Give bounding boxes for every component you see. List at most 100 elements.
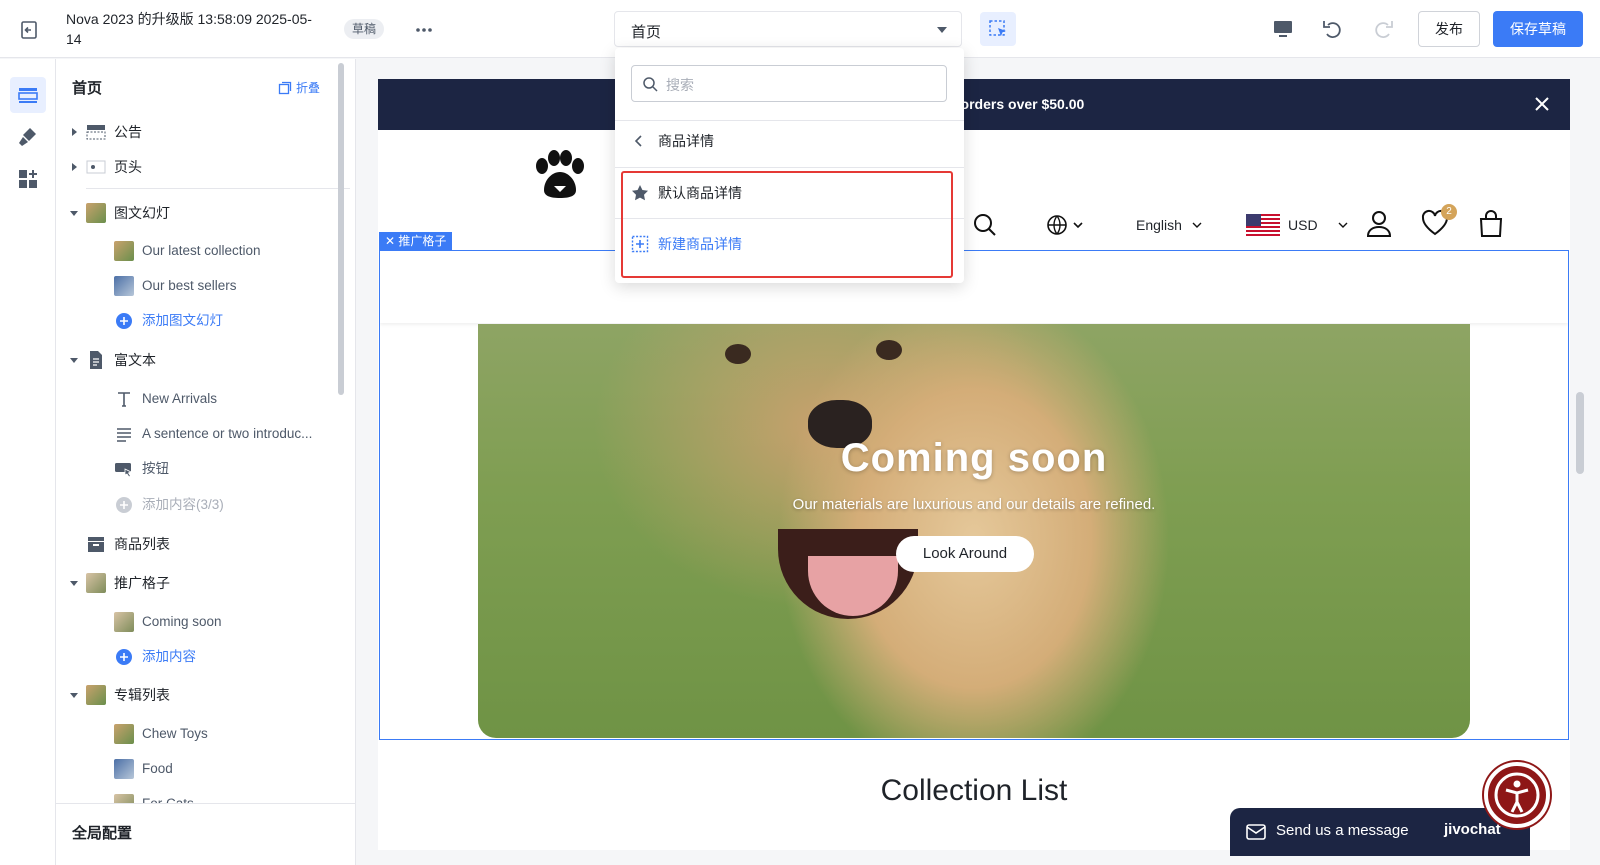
caret-down-icon: [937, 27, 947, 33]
block-label: Chew Toys: [142, 726, 208, 741]
wishlist-count-badge: 2: [1441, 204, 1457, 220]
search-icon: [643, 77, 658, 92]
selected-section-tag[interactable]: ✕ 推广格子: [379, 232, 453, 251]
search-placeholder: 搜索: [666, 77, 694, 93]
close-icon[interactable]: ✕: [385, 234, 398, 248]
accessibility-icon[interactable]: [1484, 762, 1550, 828]
page-select[interactable]: 首页: [614, 11, 962, 47]
selected-section-label: 推广格子: [398, 234, 447, 248]
chevron-down-icon[interactable]: [70, 358, 78, 363]
block-item[interactable]: A sentence or two introduc...: [56, 419, 355, 449]
add-label: 添加图文幻灯: [142, 313, 223, 328]
back-label: 商品详情: [658, 133, 714, 149]
exit-icon[interactable]: [18, 18, 42, 42]
paragraph-icon: [114, 424, 134, 444]
block-item[interactable]: Our latest collection: [56, 236, 355, 266]
block-label: Food: [142, 761, 173, 776]
header-icon: [86, 157, 106, 177]
collapse-label: 折叠: [296, 81, 321, 95]
account-icon[interactable]: [1366, 210, 1392, 238]
section-label: 专辑列表: [114, 687, 170, 703]
announcement-bar[interactable]: for orders over $50.00: [378, 79, 1570, 130]
promo-grid-thumbnail: [86, 573, 106, 593]
collection-list-title: Collection List: [880, 774, 1068, 807]
slideshow-thumbnail: [86, 203, 106, 223]
collection-thumbnail: [114, 759, 134, 779]
page-dropdown: 搜索 商品详情 默认商品详情 新建商品详情: [615, 48, 964, 283]
publish-button[interactable]: 发布: [1418, 11, 1480, 47]
collapse-button[interactable]: 折叠: [278, 79, 320, 96]
currency-select[interactable]: USD: [1246, 214, 1348, 236]
block-item[interactable]: Our best sellers: [56, 271, 355, 301]
language-select[interactable]: English: [1136, 217, 1202, 233]
chevron-down-icon[interactable]: [70, 581, 78, 586]
wishlist-icon[interactable]: 2: [1421, 204, 1457, 238]
section-label: 页头: [114, 159, 142, 175]
close-icon[interactable]: [1532, 94, 1552, 114]
plus-circle-icon: [114, 495, 134, 515]
section-header[interactable]: 页头: [56, 152, 355, 182]
section-rich-text[interactable]: 富文本: [56, 345, 355, 375]
section-sidebar: 首页 折叠 公告 页头 图文幻灯 Our latest collection O…: [56, 59, 356, 865]
chevron-right-icon[interactable]: [72, 163, 77, 171]
undo-icon[interactable]: [1320, 16, 1346, 42]
promo-thumbnail: [114, 612, 134, 632]
text-icon: [114, 389, 134, 409]
document-icon: [86, 350, 106, 370]
section-label: 公告: [114, 124, 142, 140]
section-label: 图文幻灯: [114, 205, 170, 221]
add-content-button-disabled: 添加内容(3/3): [56, 490, 355, 520]
sidebar-scrollbar[interactable]: [338, 63, 344, 395]
add-label: 添加内容: [142, 649, 196, 664]
theme-style-icon[interactable]: [10, 119, 46, 155]
currency-label: USD: [1288, 217, 1318, 233]
section-announcement[interactable]: 公告: [56, 117, 355, 147]
add-label: 添加内容(3/3): [142, 497, 224, 512]
section-product-list[interactable]: 商品列表: [56, 529, 355, 559]
store-preview: for orders over $50.00 English USD 2 Com…: [378, 79, 1570, 850]
block-item[interactable]: 按钮: [56, 454, 355, 484]
block-item[interactable]: Food: [56, 754, 355, 784]
collection-list-thumbnail: [86, 685, 106, 705]
global-config[interactable]: 全局配置: [56, 803, 355, 865]
add-slide-button[interactable]: 添加图文幻灯: [56, 306, 355, 336]
us-flag-icon: [1246, 214, 1280, 236]
highlight-box: [621, 171, 953, 278]
sidebar-title: 首页: [72, 80, 103, 97]
paw-logo[interactable]: [528, 148, 588, 204]
more-icon[interactable]: [412, 18, 436, 42]
section-promo-grid[interactable]: 推广格子: [56, 568, 355, 598]
add-content-button[interactable]: 添加内容: [56, 642, 355, 672]
section-label: 推广格子: [114, 575, 170, 591]
section-collection-list[interactable]: 专辑列表: [56, 680, 355, 710]
desktop-icon[interactable]: [1270, 16, 1296, 42]
canvas-scrollbar[interactable]: [1576, 392, 1584, 474]
redo-icon[interactable]: [1370, 16, 1396, 42]
element-picker-button[interactable]: [980, 12, 1016, 46]
theme-title: Nova 2023 的升级版 13:58:09 2025-05-14: [66, 11, 312, 47]
sections-icon[interactable]: [10, 77, 46, 113]
search-icon[interactable]: [972, 212, 998, 238]
chat-message: Send us a message: [1276, 822, 1409, 839]
block-item[interactable]: New Arrivals: [56, 384, 355, 414]
save-draft-button[interactable]: 保存草稿: [1493, 11, 1583, 47]
block-label: Our best sellers: [142, 278, 237, 293]
search-input[interactable]: 搜索: [631, 65, 947, 102]
block-label: A sentence or two introduc...: [142, 426, 313, 441]
block-label: Coming soon: [142, 614, 222, 629]
plus-circle-icon: [114, 647, 134, 667]
slide-thumbnail: [114, 241, 134, 261]
block-item[interactable]: Chew Toys: [56, 719, 355, 749]
chevron-down-icon[interactable]: [70, 211, 78, 216]
section-slideshow[interactable]: 图文幻灯: [56, 198, 355, 228]
back-to-product-detail[interactable]: 商品详情: [615, 120, 964, 160]
selected-section-outline: [379, 250, 1569, 740]
chat-widget[interactable]: Send us a message jivochat: [1230, 808, 1530, 856]
apps-icon[interactable]: [10, 161, 46, 197]
block-item[interactable]: Coming soon: [56, 607, 355, 637]
cart-icon[interactable]: [1478, 210, 1504, 238]
chevron-down-icon[interactable]: [70, 693, 78, 698]
globe-icon[interactable]: [1046, 214, 1088, 236]
collection-thumbnail: [114, 724, 134, 744]
chevron-right-icon[interactable]: [72, 128, 77, 136]
